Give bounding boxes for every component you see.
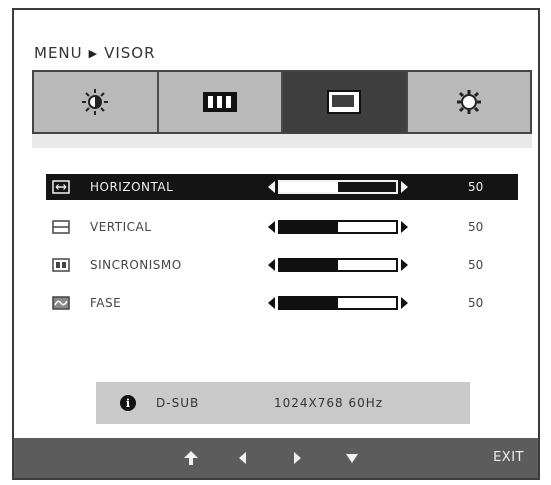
slider-fill — [280, 182, 338, 192]
setting-value: 50 — [468, 296, 484, 310]
slider-track[interactable] — [278, 180, 398, 194]
breadcrumb-current: VISOR — [104, 44, 156, 62]
decrease-arrow-icon[interactable] — [268, 259, 275, 271]
slider-fill — [280, 260, 338, 270]
slider-track[interactable] — [278, 258, 398, 272]
vertical-position-icon — [52, 220, 70, 234]
brightness-icon — [82, 89, 109, 115]
setting-row-horizontal[interactable]: HORIZONTAL 50 — [46, 174, 518, 200]
fase-slider[interactable] — [268, 296, 428, 310]
osd-menu-window: MENU ▶ VISOR HORIZONTAL 50 VERTICAL 50 S… — [12, 8, 540, 480]
info-icon: i — [120, 395, 136, 411]
slider-track[interactable] — [278, 220, 398, 234]
tab-settings[interactable] — [407, 72, 530, 132]
breadcrumb-menu: MENU — [34, 44, 83, 62]
slider-fill — [280, 222, 338, 232]
horizontal-slider[interactable] — [268, 180, 428, 194]
clock-sync-icon — [52, 258, 70, 272]
increase-arrow-icon[interactable] — [401, 297, 408, 309]
setting-row-sincronismo[interactable]: SINCRONISMO 50 — [46, 252, 518, 278]
tab-picture[interactable] — [34, 72, 159, 132]
sincronismo-slider[interactable] — [268, 258, 428, 272]
exit-button[interactable]: EXIT — [493, 450, 524, 465]
increase-arrow-icon[interactable] — [401, 221, 408, 233]
setting-value: 50 — [468, 220, 484, 234]
input-source: D-SUB — [156, 396, 200, 410]
up-return-icon[interactable] — [182, 450, 200, 466]
setting-value: 50 — [468, 258, 484, 272]
vertical-slider[interactable] — [268, 220, 428, 234]
setting-row-fase[interactable]: FASE 50 — [46, 290, 518, 316]
slider-fill — [280, 298, 338, 308]
resolution-mode: 1024X768 60Hz — [274, 396, 384, 410]
decrease-arrow-icon[interactable] — [268, 221, 275, 233]
setting-row-vertical[interactable]: VERTICAL 50 — [46, 214, 518, 240]
tab-color[interactable] — [158, 72, 283, 132]
setting-label: FASE — [90, 296, 122, 310]
increase-arrow-icon[interactable] — [401, 181, 408, 193]
setting-label: VERTICAL — [90, 220, 152, 234]
setting-value: 50 — [468, 180, 484, 194]
breadcrumb-arrow-icon: ▶ — [88, 46, 99, 60]
breadcrumb: MENU ▶ VISOR — [34, 44, 156, 62]
tab-bar — [32, 70, 532, 134]
down-arrow-icon[interactable] — [344, 450, 360, 466]
settings-gear-icon — [456, 90, 481, 114]
display-position-icon — [327, 90, 362, 114]
display-settings-panel: HORIZONTAL 50 VERTICAL 50 SINCRONISMO 50… — [32, 134, 532, 440]
color-bars-icon — [202, 92, 237, 112]
left-arrow-icon[interactable] — [236, 450, 248, 466]
phase-icon — [52, 296, 70, 310]
right-arrow-icon[interactable] — [292, 450, 304, 466]
increase-arrow-icon[interactable] — [401, 259, 408, 271]
tab-display[interactable] — [283, 72, 408, 132]
setting-label: HORIZONTAL — [90, 180, 174, 194]
bottom-nav-bar: EXIT — [14, 438, 538, 478]
slider-track[interactable] — [278, 296, 398, 310]
decrease-arrow-icon[interactable] — [268, 297, 275, 309]
input-info-box: i D-SUB 1024X768 60Hz — [96, 382, 470, 424]
horizontal-position-icon — [52, 180, 70, 194]
decrease-arrow-icon[interactable] — [268, 181, 275, 193]
setting-label: SINCRONISMO — [90, 258, 182, 272]
